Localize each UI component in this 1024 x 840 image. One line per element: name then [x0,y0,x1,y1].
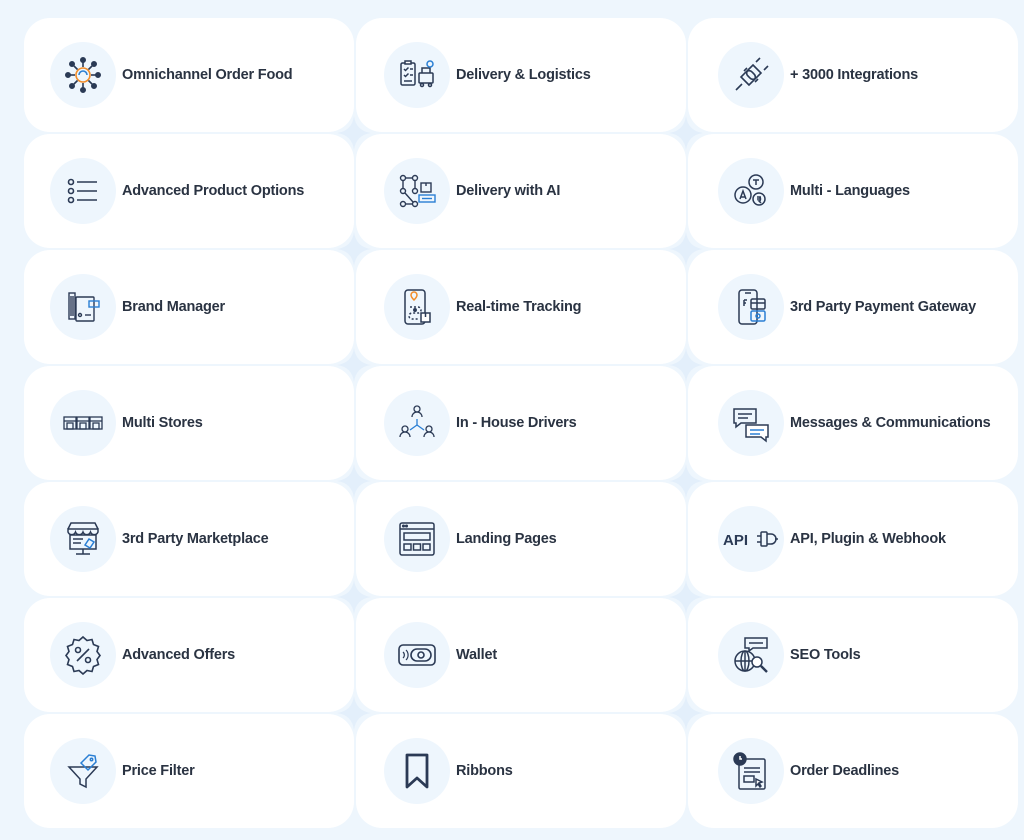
drivers-icon [384,390,450,456]
features-grid: Omnichannel Order Food Delivery & Logist… [24,18,1018,828]
feature-label: Multi - Languages [790,183,910,199]
feature-card-seo-tools[interactable]: SEO Tools [688,598,1018,712]
wallet-icon [384,622,450,688]
seo-tools-icon [718,622,784,688]
feature-card-languages[interactable]: Multi - Languages [688,134,1018,248]
languages-icon [718,158,784,224]
list-options-icon [50,158,116,224]
feature-label: Multi Stores [122,415,203,431]
feature-label: Real-time Tracking [456,299,582,315]
feature-card-integrations[interactable]: + 3000 Integrations [688,18,1018,132]
omnichannel-icon [50,42,116,108]
feature-card-product-options[interactable]: Advanced Product Options [24,134,354,248]
feature-label: Advanced Product Options [122,183,305,199]
feature-label: API, Plugin & Webhook [790,531,946,547]
feature-label: Delivery & Logistics [456,67,591,83]
feature-label: Wallet [456,647,497,663]
offers-percent-icon [50,622,116,688]
feature-card-brand-manager[interactable]: Brand Manager [24,250,354,364]
feature-label: Brand Manager [122,299,225,315]
order-deadlines-icon [718,738,784,804]
feature-label: Delivery with AI [456,183,561,199]
feature-card-wallet[interactable]: Wallet [356,598,686,712]
feature-label: Messages & Communications [790,415,991,431]
delivery-logistics-icon [384,42,450,108]
payment-gateway-icon [718,274,784,340]
brand-manager-icon [50,274,116,340]
feature-card-delivery-ai[interactable]: Delivery with AI [356,134,686,248]
feature-label: + 3000 Integrations [790,67,918,83]
ai-delivery-icon [384,158,450,224]
feature-card-marketplace[interactable]: 3rd Party Marketplace [24,482,354,596]
api-plugin-icon: API [718,506,784,572]
feature-label: Omnichannel Order Food [122,67,293,83]
feature-card-messages[interactable]: Messages & Communications [688,366,1018,480]
feature-label: Ribbons [456,763,513,779]
messages-icon [718,390,784,456]
price-filter-icon [50,738,116,804]
feature-card-delivery-logistics[interactable]: Delivery & Logistics [356,18,686,132]
ribbon-bookmark-icon [384,738,450,804]
tracking-icon [384,274,450,340]
feature-card-api-plugin[interactable]: API API, Plugin & Webhook [688,482,1018,596]
feature-label: Price Filter [122,763,195,779]
feature-card-multi-stores[interactable]: Multi Stores [24,366,354,480]
feature-card-realtime-tracking[interactable]: Real-time Tracking [356,250,686,364]
plug-integrations-icon [718,42,784,108]
feature-card-price-filter[interactable]: Price Filter [24,714,354,828]
multi-stores-icon [50,390,116,456]
feature-card-order-deadlines[interactable]: Order Deadlines [688,714,1018,828]
feature-label: 3rd Party Marketplace [122,531,269,547]
api-icon-text: API [723,532,748,549]
feature-card-offers[interactable]: Advanced Offers [24,598,354,712]
feature-card-landing-pages[interactable]: Landing Pages [356,482,686,596]
feature-card-drivers[interactable]: In - House Drivers [356,366,686,480]
feature-label: 3rd Party Payment Gateway [790,299,977,315]
feature-label: Order Deadlines [790,763,900,779]
feature-card-ribbons[interactable]: Ribbons [356,714,686,828]
landing-pages-icon [384,506,450,572]
feature-label: Advanced Offers [122,647,236,663]
marketplace-icon [50,506,116,572]
feature-label: Landing Pages [456,531,557,547]
feature-card-payment-gateway[interactable]: 3rd Party Payment Gateway [688,250,1018,364]
feature-label: In - House Drivers [456,415,577,431]
feature-card-omnichannel[interactable]: Omnichannel Order Food [24,18,354,132]
feature-label: SEO Tools [790,647,861,663]
